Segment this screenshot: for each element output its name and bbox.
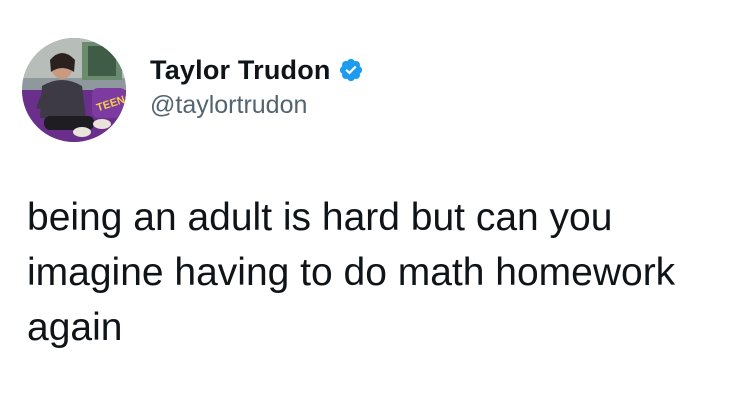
- tweet-card: TEEN Taylor Trudon @taylortrudon being a…: [0, 0, 750, 407]
- verified-badge-icon: [338, 57, 364, 83]
- name-row: Taylor Trudon: [150, 54, 364, 86]
- tweet-header: TEEN Taylor Trudon @taylortrudon: [22, 38, 364, 142]
- author-handle[interactable]: @taylortrudon: [150, 90, 364, 120]
- avatar[interactable]: TEEN: [22, 38, 126, 142]
- author-meta: Taylor Trudon @taylortrudon: [150, 54, 364, 120]
- tweet-text: being an adult is hard but can you imagi…: [27, 196, 676, 349]
- avatar-photo: TEEN: [22, 38, 126, 142]
- author-display-name[interactable]: Taylor Trudon: [150, 54, 331, 86]
